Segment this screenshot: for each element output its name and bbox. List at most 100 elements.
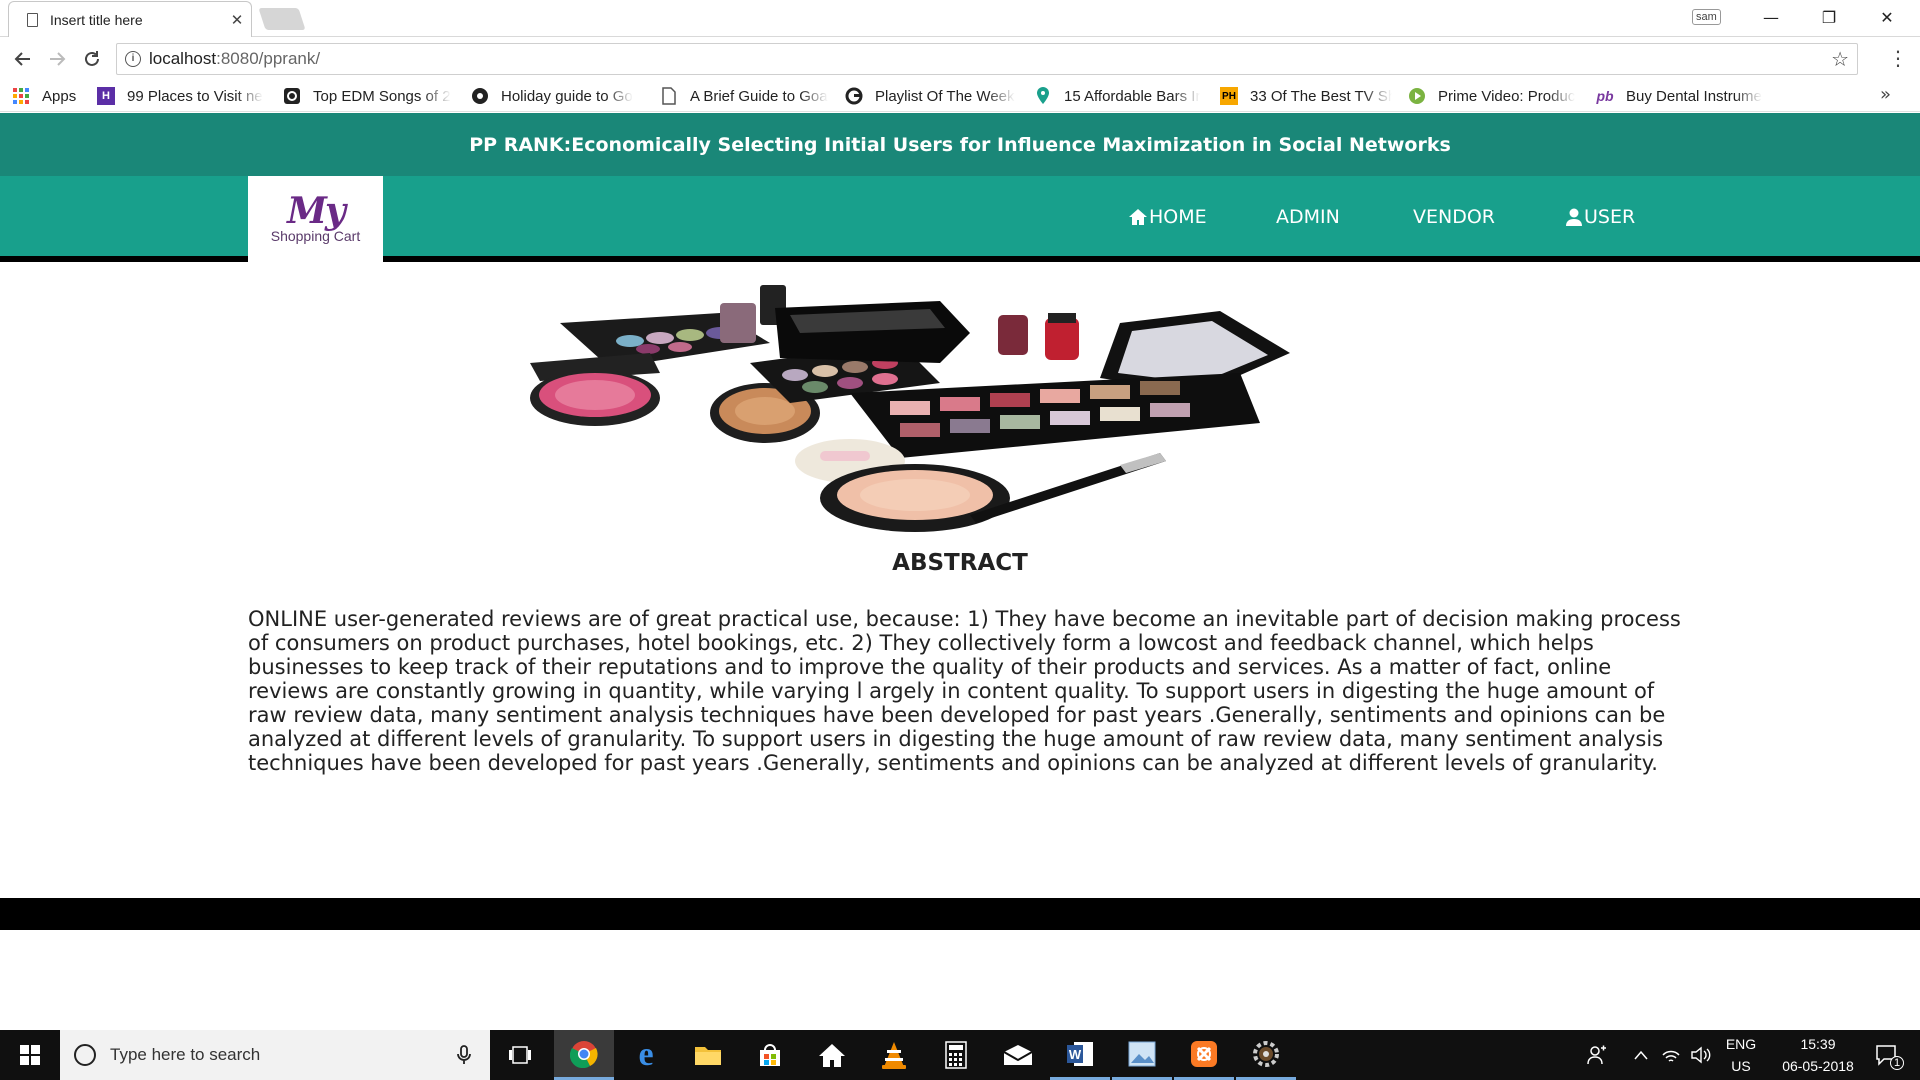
taskbar-word[interactable]: W [1050, 1030, 1110, 1080]
taskbar-edge[interactable]: e [616, 1030, 676, 1080]
file-explorer-icon [695, 1047, 721, 1065]
url-path: :8080/pprank/ [216, 49, 321, 68]
microphone-icon[interactable] [452, 1043, 476, 1067]
bookmark-label: Top EDM Songs of 2 [313, 87, 451, 105]
bookmark-star-icon[interactable]: ☆ [1831, 47, 1849, 71]
input-region[interactable]: US [1716, 1058, 1766, 1074]
bookmark-item[interactable]: PH 33 Of The Best TV Sh [1220, 86, 1392, 106]
reload-button[interactable] [79, 46, 105, 72]
cosmetics-hero-image [530, 285, 1290, 532]
bookmark-item[interactable]: Top EDM Songs of 2 [283, 86, 453, 106]
bookmark-label: 33 Of The Best TV Sh [1250, 87, 1392, 105]
user-icon [1566, 208, 1582, 226]
taskbar-settings-app[interactable] [1236, 1030, 1296, 1080]
bookmark-item[interactable]: Holiday guide to Go [471, 86, 643, 106]
logo-subtitle: Shopping Cart [270, 228, 361, 244]
start-button[interactable] [0, 1030, 60, 1080]
nav-home-link[interactable]: HOME [1128, 206, 1207, 228]
nav-home-label: HOME [1149, 206, 1207, 228]
nav-vendor-link[interactable]: VENDOR [1413, 206, 1495, 228]
close-window-button[interactable]: ✕ [1858, 0, 1916, 34]
bookmark-item[interactable]: Prime Video: Produc [1408, 86, 1580, 106]
bookmark-label: Apps [42, 87, 77, 105]
people-icon[interactable] [1586, 1044, 1608, 1066]
notification-count: 1 [1890, 1056, 1904, 1070]
minimize-button[interactable]: — [1742, 0, 1800, 34]
edge-icon: e [638, 1036, 654, 1073]
bookmark-label: Playlist Of The Week [875, 87, 1015, 105]
bookmark-item[interactable]: 15 Affordable Bars Ir [1034, 86, 1206, 106]
nav-admin-link[interactable]: ADMIN [1276, 206, 1340, 228]
clock-date[interactable]: 06-05-2018 [1768, 1058, 1868, 1074]
bookmark-item[interactable]: A Brief Guide to Goa [660, 86, 828, 106]
back-arrow-icon [14, 52, 30, 66]
taskbar-calculator[interactable] [926, 1030, 986, 1080]
bookmark-item[interactable]: Playlist Of The Week [845, 86, 1017, 106]
back-button[interactable] [10, 46, 36, 72]
new-tab-button[interactable] [258, 8, 306, 30]
bookmark-label: Prime Video: Produc [1438, 87, 1576, 105]
vlc-icon [882, 1042, 906, 1069]
taskbar-vlc[interactable] [864, 1030, 924, 1080]
page-icon [660, 87, 678, 105]
play-icon [1408, 87, 1426, 105]
abstract-heading: ABSTRACT [892, 550, 1028, 576]
task-view-icon [509, 1046, 531, 1064]
black-case [775, 301, 970, 363]
bookmark-label: Buy Dental Instrume [1626, 87, 1762, 105]
task-view-button[interactable] [490, 1030, 550, 1080]
restore-button[interactable]: ❐ [1800, 0, 1858, 34]
browser-title-bar: Insert title here ✕ sam — ❐ ✕ [0, 0, 1920, 37]
taskbar-file-explorer[interactable] [678, 1030, 738, 1080]
action-center-icon[interactable]: 1 [1870, 1044, 1904, 1070]
word-icon: W [1067, 1041, 1093, 1066]
store-icon [760, 1044, 780, 1066]
taskbar-photos[interactable] [1112, 1030, 1172, 1080]
site-title: PP RANK:Economically Selecting Initial U… [469, 133, 1451, 156]
site-info-icon[interactable]: i [125, 51, 141, 67]
chrome-icon [570, 1040, 598, 1068]
apps-grid-icon [12, 87, 30, 105]
search-placeholder: Type here to search [110, 1045, 261, 1064]
pb-icon: pb [1596, 88, 1614, 104]
bookmarks-bar: Apps H 99 Places to Visit ne Top EDM Son… [0, 80, 1920, 112]
site-logo[interactable]: My Shopping Cart [248, 176, 383, 262]
taskbar-home-app[interactable] [802, 1030, 862, 1080]
browser-tab[interactable]: Insert title here ✕ [8, 1, 252, 37]
taskbar-mail[interactable] [988, 1030, 1048, 1080]
taskbar-chrome[interactable] [554, 1030, 614, 1080]
forward-button[interactable] [44, 46, 70, 72]
g-logo-icon [845, 87, 863, 105]
input-language[interactable]: ENG [1716, 1036, 1766, 1052]
taskbar-xampp[interactable] [1174, 1030, 1234, 1080]
bookmark-item[interactable]: H 99 Places to Visit ne [97, 86, 267, 106]
volume-icon[interactable] [1690, 1044, 1712, 1066]
reload-icon [85, 51, 99, 66]
site-title-bar: PP RANK:Economically Selecting Initial U… [0, 113, 1920, 176]
bookmark-label: 15 Affordable Bars Ir [1064, 87, 1201, 105]
clock-time[interactable]: 15:39 [1768, 1036, 1868, 1052]
show-hidden-icons-icon[interactable] [1630, 1044, 1652, 1066]
site-footer [0, 898, 1920, 930]
taskbar-search-box[interactable]: Type here to search [60, 1030, 490, 1080]
more-bookmarks-icon[interactable]: » [1880, 84, 1891, 105]
svg-text:W: W [1069, 1047, 1082, 1062]
bookmark-item[interactable]: pb Buy Dental Instrume [1596, 86, 1768, 106]
tab-close-icon[interactable]: ✕ [223, 11, 251, 29]
taskbar-store[interactable] [740, 1030, 800, 1080]
web-page: PP RANK:Economically Selecting Initial U… [0, 113, 1920, 1030]
windows-taskbar: Type here to search e W ENG US 15:39 06-… [0, 1030, 1920, 1080]
photos-icon [1128, 1041, 1156, 1066]
bookmark-apps[interactable]: Apps [12, 86, 76, 106]
profile-button[interactable]: sam [1692, 9, 1721, 25]
nav-vendor-label: VENDOR [1413, 206, 1496, 228]
settings-icon [1253, 1040, 1279, 1067]
tab-title: Insert title here [50, 11, 143, 28]
nav-user-link[interactable]: USER [1565, 206, 1635, 228]
cortana-icon [74, 1044, 96, 1066]
browser-menu-icon[interactable]: ⋮ [1888, 46, 1908, 70]
address-bar[interactable]: i localhost:8080/pprank/ ☆ [116, 43, 1858, 75]
wifi-icon[interactable] [1660, 1044, 1682, 1066]
ph-icon: PH [1220, 87, 1238, 105]
map-pin-icon [1034, 87, 1052, 105]
